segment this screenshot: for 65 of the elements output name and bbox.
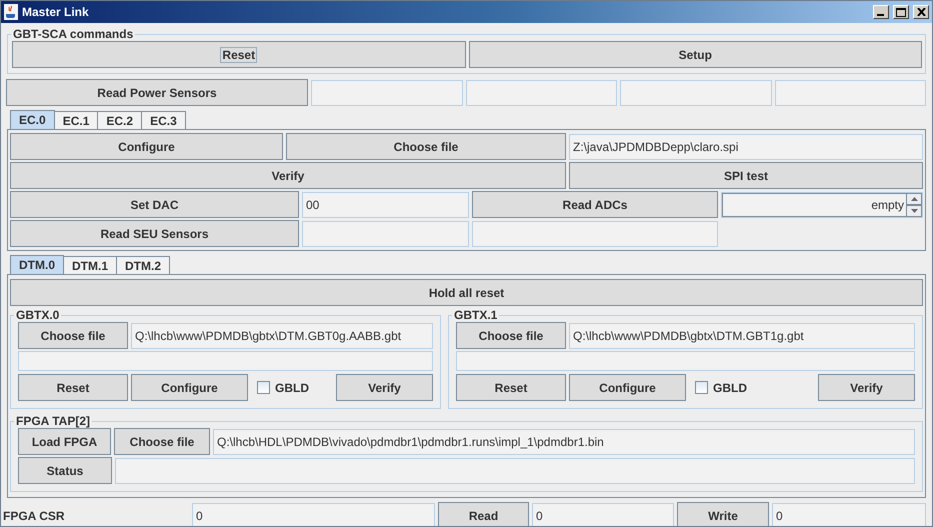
tab[interactable]: EC.1 [54,111,98,129]
file-path-field[interactable]: Q:\lhcb\www\PDMDB\gbtx\DTM.GBT0g.AABB.gbt [131,322,433,348]
tab[interactable]: DTM.1 [63,256,117,274]
write-button[interactable]: Write [677,502,769,526]
close-icon [916,8,926,16]
tab[interactable]: DTM.0 [10,255,64,274]
checkbox[interactable] [257,381,270,394]
app-icon [4,4,18,20]
verify-button[interactable]: Verify [10,162,566,189]
read-adcs-button[interactable]: Read ADCs [472,191,718,218]
file-path-field[interactable]: Z:\java\JPDMDBDepp\claro.spi [569,134,923,160]
reset-button[interactable]: Reset [456,374,566,401]
dac-value-field[interactable]: 00 [302,192,469,218]
csr-value-field[interactable]: 0 [192,502,435,526]
write-value-field[interactable]: 0 [772,502,926,526]
tab[interactable]: EC.3 [141,111,186,129]
reset-button[interactable]: Reset [12,41,466,68]
load-fpga-button[interactable]: Load FPGA [18,428,111,455]
group-title: FPGA TAP[2] [15,414,91,428]
configure-button[interactable]: Configure [10,133,283,160]
read-power-sensors-button[interactable]: Read Power Sensors [6,79,308,106]
fpga-csr-label: FPGA CSR [3,508,66,522]
window-title: Master Link [22,5,89,19]
checkbox[interactable] [695,381,708,394]
text-field[interactable] [18,351,433,371]
text-field[interactable] [115,458,915,484]
spi-test-button[interactable]: SPI test [569,162,923,189]
maximize-button[interactable] [893,5,909,19]
tab[interactable]: EC.0 [10,110,55,129]
group-title: GBTX.1 [453,308,498,322]
checkbox-label: GBLD [713,380,747,394]
text-field[interactable] [302,220,469,246]
text-field[interactable] [466,80,617,106]
read-seu-sensors-button[interactable]: Read SEU Sensors [10,220,299,247]
group-title: GBT-SCA commands [12,27,134,41]
verify-button[interactable]: Verify [336,374,433,401]
text-field[interactable] [472,220,718,246]
configure-button[interactable]: Configure [131,374,248,401]
text-field[interactable] [456,351,915,371]
close-button[interactable] [913,5,929,19]
file-path-field[interactable]: Q:\lhcb\HDL\PDMDB\vivado\pdmdbr1\pdmdbr1.runs\impl_1\pdmdbr1.bin [213,428,915,454]
maximize-icon [896,8,906,16]
configure-button[interactable]: Configure [569,374,686,401]
text-field[interactable] [620,80,772,106]
setup-button[interactable]: Setup [468,41,922,68]
text-field[interactable] [774,80,926,106]
file-path-field[interactable]: Q:\lhcb\www\PDMDB\gbtx\DTM.GBT1g.gbt [569,322,915,348]
verify-button[interactable]: Verify [818,374,915,401]
choose-file-button[interactable]: Choose file [114,428,210,455]
minimize-button[interactable] [873,5,889,19]
adc-spinner[interactable]: empty [721,192,923,218]
checkbox-label: GBLD [275,380,309,394]
choose-file-button[interactable]: Choose file [286,133,566,160]
tab[interactable]: DTM.2 [116,256,170,274]
tab[interactable]: EC.2 [97,111,142,129]
read-button[interactable]: Read [438,502,529,526]
hold-all-reset-button[interactable]: Hold all reset [10,279,923,306]
set-dac-button[interactable]: Set DAC [10,191,299,218]
choose-file-button[interactable]: Choose file [456,322,566,349]
status-button[interactable]: Status [18,457,112,484]
read-value-field[interactable]: 0 [532,502,674,526]
reset-button[interactable]: Reset [18,374,128,401]
choose-file-button[interactable]: Choose file [18,322,128,349]
text-field[interactable] [311,80,462,106]
group-title: GBTX.0 [15,308,60,322]
